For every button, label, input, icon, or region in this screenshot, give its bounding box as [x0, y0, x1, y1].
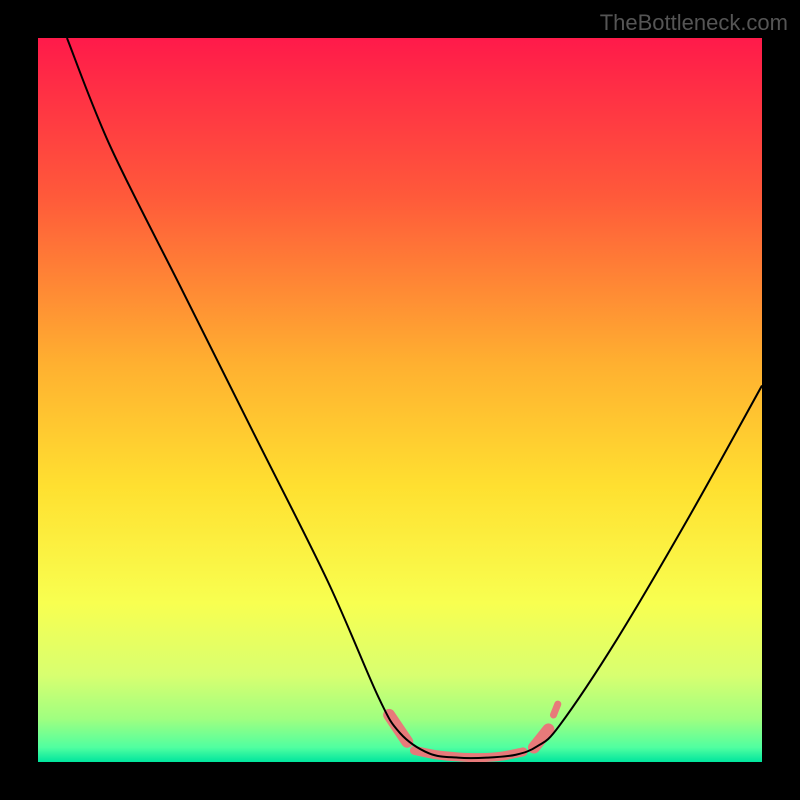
watermark-text: TheBottleneck.com [600, 10, 788, 36]
gradient-background [38, 38, 762, 762]
highlight-right-blob [553, 704, 557, 715]
chart-svg [38, 38, 762, 762]
plot-area [38, 38, 762, 762]
chart-container: TheBottleneck.com [0, 0, 800, 800]
